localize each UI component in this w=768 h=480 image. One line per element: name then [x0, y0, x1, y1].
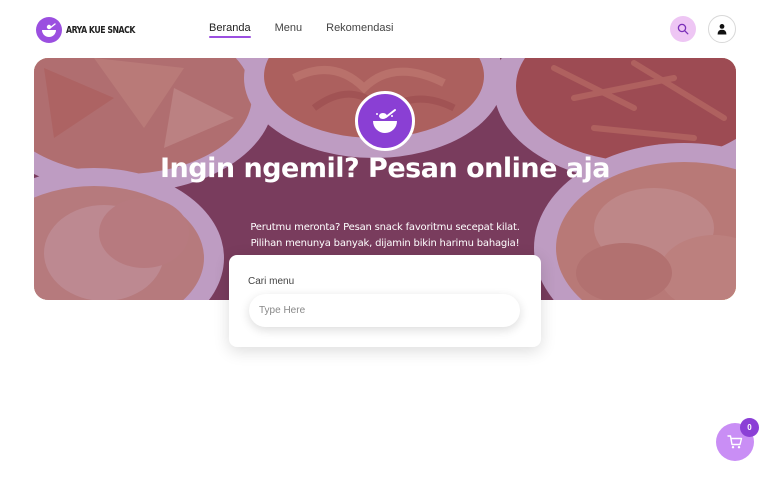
logo-icon — [36, 17, 62, 43]
brand-name: ARYA KUE SNACK — [66, 24, 135, 36]
search-input[interactable] — [249, 294, 520, 327]
nav-item-menu[interactable]: Menu — [275, 21, 303, 39]
search-icon — [677, 23, 689, 35]
search-label: Cari menu — [248, 276, 295, 287]
search-card: Cari menu — [229, 255, 541, 347]
hero-subtitle-line-1: Perutmu meronta? Pesan snack favoritmu s… — [250, 222, 520, 233]
hero-subtitle-line-2: Pilihan menunya banyak, dijamin bikin ha… — [250, 238, 520, 249]
hero-title: Ingin ngemil? Pesan online aja — [160, 153, 610, 184]
hero-subtitle: Perutmu meronta? Pesan snack favoritmu s… — [34, 220, 736, 252]
bowl-spoon-icon — [355, 91, 415, 151]
nav-item-rekomendasi[interactable]: Rekomendasi — [326, 21, 393, 39]
cart-count-badge: 0 — [740, 418, 759, 437]
search-button[interactable] — [670, 16, 696, 42]
main-nav: Beranda Menu Rekomendasi — [209, 21, 417, 39]
user-icon — [717, 24, 727, 35]
nav-item-beranda[interactable]: Beranda — [209, 21, 251, 39]
user-button[interactable] — [708, 15, 736, 43]
header: ARYA KUE SNACK Beranda Menu Rekomendasi — [0, 0, 768, 58]
brand-logo[interactable]: ARYA KUE SNACK — [36, 16, 154, 44]
cart-icon — [727, 435, 743, 449]
